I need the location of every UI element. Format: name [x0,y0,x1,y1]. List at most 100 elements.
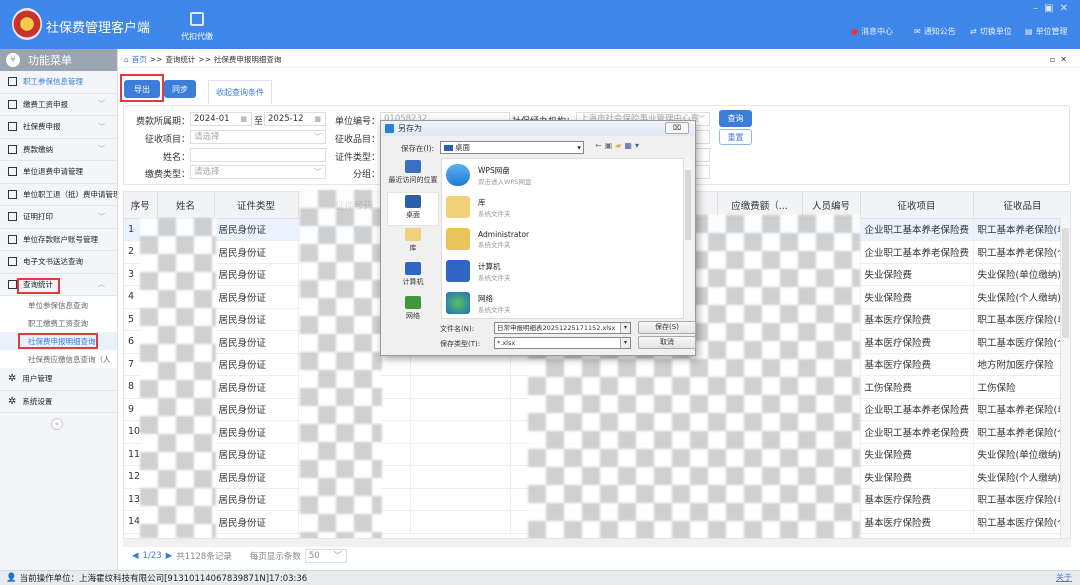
about-link[interactable]: 关于 [1056,572,1072,583]
sidebar-subitem[interactable]: 职工缴费工资查询 [0,314,117,332]
sidebar-item[interactable]: ✲ 系统设置 [0,391,117,413]
filetype-select[interactable]: *.xlsx ▾ [494,337,631,349]
table-vertical-scrollbar[interactable] [1060,218,1070,540]
cell-item: 企业职工基本养老保险费 [860,218,974,241]
filename-label: 文件名(N): [440,325,475,333]
file-item[interactable]: WPS网盘 双击进入WPS网盘 [442,159,684,191]
places-bar: 最近访问的位置 桌面库计算机网络 [387,158,439,328]
group-label: 分组： [352,170,380,180]
tab-collapse-query[interactable]: 收起查询条件 [208,80,272,104]
sync-button[interactable]: 同步 [164,80,196,98]
file-name: 库 [478,197,486,207]
view-menu-icon[interactable]: ▦▾ [624,141,642,150]
cell-idtype: 居民身份证 [214,420,299,444]
up-folder-icon[interactable]: ▣ [605,141,616,150]
name-input[interactable] [190,148,326,162]
file-icon [446,292,470,314]
dialog-title: 另存为 [398,124,422,133]
sidebar-item[interactable]: 职工参保信息管理 [0,71,117,94]
paytype-placeholder: 请选择 [194,167,220,177]
sidebar-item[interactable]: 费款缴纳 ﹀ [0,139,117,161]
file-name: WPS网盘 [478,165,510,175]
breadcrumb-home[interactable]: 首页 [132,54,147,65]
place-label: 计算机 [402,278,424,286]
menu-icon [8,234,17,244]
nav-message-center[interactable]: ● 消息中心 [851,26,893,37]
window-controls[interactable]: –▣✕ [1033,3,1074,14]
file-text: Administrator 系统文件夹 [478,230,529,249]
sidebar-item[interactable]: ✲ 用户管理 [0,368,117,391]
sidebar-item[interactable]: 证明打印 ﹀ [0,206,117,229]
column-header[interactable]: 证件类型 [214,192,299,219]
sidebar-item[interactable]: 缴费工资申报 ﹀ [0,94,117,116]
total-records: 共1128条记录 [176,552,232,562]
save-in-select[interactable]: 桌面 ▾ [440,141,584,154]
period-to-input[interactable]: 2025-12 ▦ [264,112,326,126]
column-header[interactable]: 序号 [124,192,158,219]
sidebar-collapse-button[interactable]: « [51,418,63,430]
nav-notice[interactable]: ✉ 通知公告 [914,26,956,37]
place-4[interactable]: 网络 [387,294,439,328]
redaction-mask [140,218,216,538]
file-icon [446,260,470,282]
file-name: Administrator [478,229,530,239]
period-from-input[interactable]: 2024-01 ▦ [190,112,252,126]
table-horizontal-scrollbar[interactable] [123,538,1071,547]
file-item[interactable]: 网络 系统文件夹 [442,287,684,318]
file-icon [446,228,470,250]
sidebar-subitem[interactable]: 单位参保信息查询 [0,296,117,314]
item-select[interactable]: 请选择 ﹀ [190,130,326,144]
bell-icon: ● [851,27,858,36]
sidebar-subitem[interactable]: 社保费应缴信息查询（人 [0,350,117,368]
place-1[interactable]: 桌面 [387,192,439,226]
menu-icon [8,257,17,267]
sidebar-item[interactable]: 单位存款账户账号管理 [0,229,117,251]
pagination: ◀ 1/23 ▶ 共1128条记录 每页显示条数 50 ﹀ [132,549,347,563]
menu-icon [8,167,17,177]
sidebar-item-label: 电子文书送达查询 [23,257,83,267]
back-icon[interactable]: ← [595,141,605,150]
sidebar-item[interactable]: 社保费申报 ﹀ [0,116,117,139]
sidebar-item[interactable]: 电子文书送达查询 [0,251,117,274]
column-header[interactable]: 征收品目 [973,192,1070,219]
cell-item: 工伤保险费 [860,375,974,399]
nav-label: 单位管理 [1035,27,1068,36]
file-list-scrollbar[interactable] [683,158,692,319]
sidebar-title: 功能菜单 [28,54,72,67]
column-header[interactable]: 征收项目 [860,192,974,219]
sidebar-item[interactable]: 单位退费申请管理 [0,161,117,184]
nav-unit-manage[interactable]: ▤ 单位管理 [1025,26,1068,37]
module-daikou[interactable]: 代扣代缴 [180,12,214,42]
column-header[interactable]: 姓名 [157,192,215,219]
dialog-cancel-button[interactable]: 取消 [638,336,696,349]
file-list: WPS网盘 双击进入WPS网盘库系统文件夹 Administrator 系统文件夹 计算… [441,158,685,319]
nav-switch-unit[interactable]: ⇄ 切换单位 [970,26,1012,37]
file-item[interactable]: Administrator 系统文件夹 [442,223,684,255]
app-icon [385,124,394,133]
reset-button[interactable]: 重置 [719,129,752,145]
sidebar-item[interactable]: 单位职工退（抵）费申请管理 [0,184,117,206]
query-button[interactable]: 查询 [719,110,752,127]
paytype-select[interactable]: 请选择 ﹀ [190,165,326,179]
next-page-icon[interactable]: ▶ [166,551,173,561]
home-icon[interactable]: ⌂ [124,55,129,64]
file-item[interactable]: 计算机 系统文件夹 [442,255,684,287]
file-desc: 系统文件夹 [478,305,511,314]
place-0[interactable]: 最近访问的位置 [387,158,439,192]
dialog-titlebar[interactable]: 另存为 [381,121,695,136]
cell-subitem: 失业保险(单位缴纳) [973,263,1070,286]
menu-icon [8,189,17,199]
dialog-close-button[interactable]: ⌧ [665,122,689,134]
tab-controls[interactable]: ▫✕ [1050,55,1072,64]
place-2[interactable]: 库 [387,226,439,260]
place-3[interactable]: 计算机 [387,260,439,294]
dialog-save-button[interactable]: 保存(S) [638,321,696,334]
prev-page-icon[interactable]: ◀ [132,551,139,561]
dialog-toolbar: ←▣▰▦▾ [595,141,642,150]
module-label: 代扣代缴 [181,32,213,41]
per-page-select[interactable]: 50 ﹀ [304,549,347,563]
filename-input[interactable]: 日常申报明细表20251225171152.xlsx ▾ [494,322,631,334]
sidebar-header: ¥ 功能菜单 [0,49,117,71]
file-item[interactable]: 库系统文件夹 [442,191,684,223]
redaction-mask [300,190,382,540]
